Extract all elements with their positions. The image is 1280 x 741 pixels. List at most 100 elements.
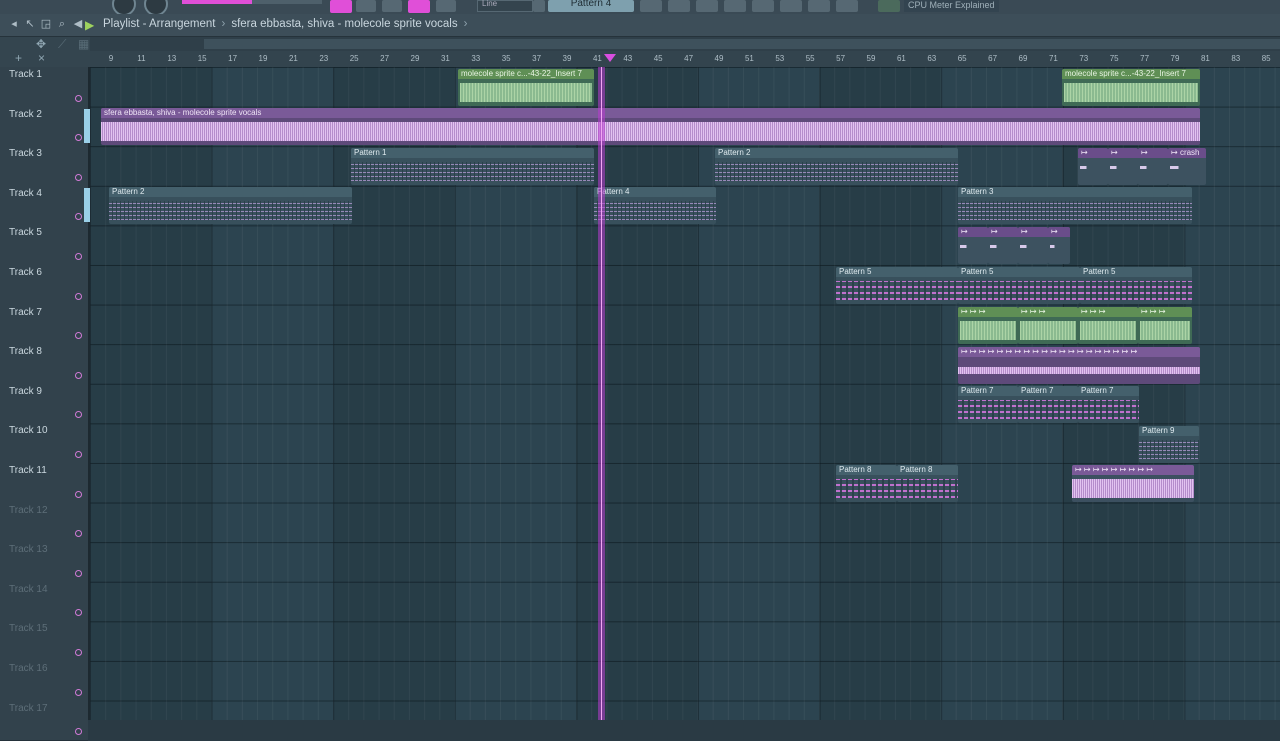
pattern-prev-button[interactable] [533,0,545,12]
pattern-clip[interactable]: Pattern 8 [897,465,958,502]
audio-clip[interactable]: ↦ ↦ ↦ [1138,307,1192,344]
track-header[interactable]: Track 11 [0,463,88,504]
playlist-overview[interactable] [90,37,1280,51]
track-header[interactable]: Track 5 [0,225,88,266]
tool-button-2[interactable] [668,0,690,12]
sample-clip[interactable]: ↦ [1138,148,1168,185]
track-header[interactable]: Track 10 [0,423,88,464]
audio-clip[interactable]: ↦ ↦ ↦ [1018,307,1078,344]
zoom-icon[interactable]: ⌕ [56,18,68,30]
pattern-clip[interactable]: Pattern 7 [958,386,1018,423]
detach-icon[interactable]: ↖ [24,18,36,30]
audio-clip[interactable]: ↦ ↦ ↦ [1078,307,1138,344]
track-header[interactable]: Track 6 [0,265,88,306]
delete-track-icon[interactable]: × [38,51,45,65]
pattern-clip[interactable]: Pattern 8 [836,465,897,502]
track-mute-icon[interactable] [75,569,82,577]
track-mute-icon[interactable] [75,688,82,696]
track-header[interactable]: Track 17 [0,700,88,741]
pattern-selector[interactable]: Pattern 4 [548,0,634,12]
track-header[interactable]: Track 2 [0,106,90,148]
pattern-clip[interactable]: Pattern 2 [715,148,958,185]
track-mute-icon[interactable] [75,292,82,300]
time-ruler[interactable]: 9 11 13 15 17 19 21 23 25 27 29 31 33 35 37 39 41 43 45 47 4… [90,51,1280,68]
sample-clip[interactable]: ↦ [1078,148,1108,185]
track-header[interactable]: Track 15 [0,621,88,662]
track-mute-icon[interactable] [75,173,82,181]
snap-select[interactable]: Line [477,0,533,12]
tool-button-3[interactable] [696,0,718,12]
track-header[interactable]: Track 8 [0,344,88,385]
play-arrow-icon[interactable]: ▶ [85,18,94,32]
audio-clip[interactable]: ↦ ↦ ↦ [958,307,1018,344]
link-icon[interactable]: ⟋ [58,37,66,52]
sample-clip[interactable]: ↦ [1018,227,1048,264]
sample-clip[interactable]: ↦ [1048,227,1070,264]
browser-button[interactable] [436,0,456,12]
track-header[interactable]: Track 16 [0,661,88,702]
move-icon[interactable]: ✥ [36,37,46,51]
track-header[interactable]: Track 1 [0,67,88,108]
overview-window[interactable] [204,39,1280,49]
track-mute-icon[interactable] [75,411,82,419]
add-track-icon[interactable]: + [15,51,22,65]
pattern-clip[interactable]: Pattern 4 [594,187,716,224]
sample-clip[interactable]: ↦ [988,227,1018,264]
pattern-clip[interactable]: Pattern 2 [109,187,352,224]
track-header[interactable]: Track 13 [0,542,88,583]
track-mute-icon[interactable] [75,252,82,260]
pattern-clip[interactable]: Pattern 9 [1139,426,1199,463]
tool-button-1[interactable] [640,0,662,12]
playlist-window-button[interactable] [330,0,352,13]
track-header[interactable]: Track 3 [0,146,88,187]
playlist-grid[interactable]: molecole sprite c...-43-22_Insert 7 mole… [90,67,1280,720]
audio-clip[interactable]: ↦ ↦ ↦ ↦ ↦ ↦ ↦ ↦ ↦ ↦ ↦ ↦ ↦ ↦ ↦ ↦ ↦ ↦ ↦ ↦ [958,347,1200,384]
tool-button-7[interactable] [808,0,830,12]
mixer-button[interactable] [408,0,430,13]
track-mute-icon[interactable] [75,332,82,340]
track-mute-icon[interactable] [75,134,82,142]
sample-clip[interactable]: ↦ [1108,148,1138,185]
tool-button-4[interactable] [724,0,746,12]
tool-button-9[interactable] [878,0,900,12]
audio-clip[interactable]: sfera ebbasta, shiva - molecole sprite v… [101,108,1200,145]
speaker-icon[interactable]: ◀ [72,18,84,30]
pattern-clip[interactable]: Pattern 3 [958,187,1192,224]
master-slider[interactable] [182,0,322,4]
track-header[interactable]: Track 4 [0,185,90,227]
pattern-clip[interactable]: Pattern 5 [836,267,958,304]
track-header[interactable]: Track 7 [0,304,88,346]
audio-clip[interactable]: molecole sprite c...-43-22_Insert 7 [458,69,594,106]
track-mute-icon[interactable] [75,728,82,736]
pattern-clip[interactable]: Pattern 1 [351,148,594,185]
playhead-marker[interactable] [604,54,616,62]
track-mute-icon[interactable] [75,490,82,498]
channel-rack-button[interactable] [382,0,402,12]
track-mute-icon[interactable] [75,213,82,221]
track-mute-icon[interactable] [75,450,82,458]
track-mute-icon[interactable] [75,371,82,379]
track-header[interactable]: Track 14 [0,581,88,623]
master-pitch-knob[interactable] [144,0,168,14]
audio-clip[interactable]: ↦ ↦ ↦ ↦ ↦ ↦ ↦ ↦ ↦ [1072,465,1194,502]
master-volume-knob[interactable] [112,0,136,14]
piano-roll-button[interactable] [356,0,376,12]
pattern-clip[interactable]: Pattern 7 [1018,386,1078,423]
audio-clip[interactable]: molecole sprite c...-43-22_Insert 7 [1062,69,1200,106]
grid-icon[interactable]: ▦ [78,37,89,51]
track-mute-icon[interactable] [75,94,82,102]
sample-clip[interactable]: ↦ [958,227,988,264]
tool-button-6[interactable] [780,0,802,12]
pattern-clip[interactable]: Pattern 7 [1078,386,1139,423]
sample-clip[interactable]: ↦ crash [1168,148,1206,185]
track-mute-icon[interactable] [75,609,82,617]
track-mute-icon[interactable] [75,648,82,656]
pattern-clip[interactable]: Pattern 5 [958,267,1080,304]
pattern-clip[interactable]: Pattern 5 [1080,267,1192,304]
track-header[interactable]: Track 9 [0,383,88,425]
track-header[interactable]: Track 12 [0,502,88,544]
tool-button-5[interactable] [752,0,774,12]
menu-arrow-icon[interactable]: ◂ [8,18,20,30]
snap-icon[interactable]: ◲ [40,18,52,30]
tool-button-8[interactable] [836,0,858,12]
